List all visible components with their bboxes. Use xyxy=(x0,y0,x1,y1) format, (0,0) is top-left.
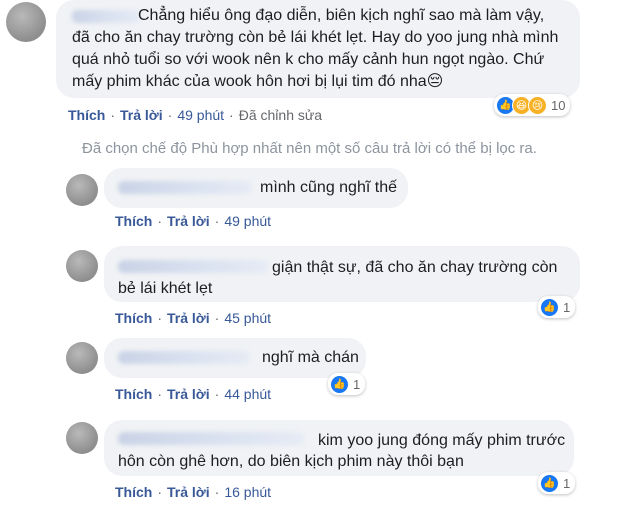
reaction-summary[interactable]: 👍 1 xyxy=(538,296,576,318)
like-button[interactable]: Thích xyxy=(115,386,152,402)
reply-button[interactable]: Trả lời xyxy=(167,484,210,500)
timestamp[interactable]: 49 phút xyxy=(177,107,224,123)
comment-text-line: quá nhỏ tuổi so với wook nên k cho mấy c… xyxy=(72,51,545,68)
avatar[interactable] xyxy=(66,250,98,282)
author-name-blurred[interactable] xyxy=(72,10,140,23)
timestamp[interactable]: 16 phút xyxy=(224,484,271,500)
reaction-count: 10 xyxy=(551,97,566,113)
edited-label[interactable]: Đã chỉnh sửa xyxy=(239,107,322,123)
reaction-count: 1 xyxy=(563,299,571,315)
reaction-summary[interactable]: 👍 😆 😢 10 xyxy=(494,94,571,116)
like-button[interactable]: Thích xyxy=(115,310,152,326)
reply-text-line: giận thật sự, đã cho ăn chay trường còn xyxy=(272,259,558,276)
timestamp[interactable]: 44 phút xyxy=(224,386,271,402)
comment-text-line: Chẳng hiểu ông đạo diễn, biên kịch nghĩ … xyxy=(138,7,545,24)
author-name-blurred[interactable] xyxy=(118,181,252,194)
like-reaction-icon: 👍 xyxy=(540,473,559,493)
reply-button[interactable]: Trả lời xyxy=(120,107,163,123)
timestamp[interactable]: 49 phút xyxy=(224,213,271,229)
avatar[interactable] xyxy=(6,2,46,42)
comment-text-line: đã cho ăn chay trường còn bẻ lái khét lẹ… xyxy=(72,29,559,46)
like-reaction-icon: 👍 xyxy=(540,297,559,317)
reply-text-line: bẻ lái khét lẹt xyxy=(118,280,213,297)
reply-actions: Thích · Trả lời · 49 phút xyxy=(115,213,272,229)
comment-actions: Thích · Trả lời · 49 phút · Đã chỉnh sửa xyxy=(68,107,323,123)
reply-actions: Thích · Trả lời · 16 phút xyxy=(115,484,272,500)
reply-text-line: nghĩ mà chán xyxy=(262,349,359,366)
avatar[interactable] xyxy=(66,174,98,206)
reply-actions: Thích · Trả lời · 44 phút xyxy=(115,386,272,402)
reply-button[interactable]: Trả lời xyxy=(167,213,210,229)
like-button[interactable]: Thích xyxy=(115,484,152,500)
reaction-summary[interactable]: 👍 1 xyxy=(538,472,576,494)
author-name-blurred[interactable] xyxy=(118,260,268,273)
author-name-blurred[interactable] xyxy=(118,432,304,445)
reply-actions: Thích · Trả lời · 45 phút xyxy=(115,310,272,326)
reply-text-line: kim yoo jung đóng mấy phim trước xyxy=(318,432,566,449)
timestamp[interactable]: 45 phút xyxy=(224,310,271,326)
reaction-count: 1 xyxy=(563,475,571,491)
author-name-blurred[interactable] xyxy=(118,351,250,364)
reply-button[interactable]: Trả lời xyxy=(167,310,210,326)
sad-reaction-icon: 😢 xyxy=(528,95,547,115)
reply-button[interactable]: Trả lời xyxy=(167,386,210,402)
avatar[interactable] xyxy=(66,342,98,374)
avatar[interactable] xyxy=(66,422,98,454)
filter-notice: Đã chọn chế độ Phù hợp nhất nên một số c… xyxy=(82,140,537,157)
reply-text-line: mình cũng nghĩ thế xyxy=(260,179,397,196)
like-button[interactable]: Thích xyxy=(115,213,152,229)
like-button[interactable]: Thích xyxy=(68,107,105,123)
comment-text-line: mấy phim khác của wook hôn hơi bị lụi ti… xyxy=(72,73,444,90)
like-reaction-icon: 👍 xyxy=(330,374,349,394)
reply-text-line: hôn còn ghê hơn, do biên kịch phim này t… xyxy=(118,453,464,470)
reaction-summary[interactable]: 👍 1 xyxy=(328,373,366,395)
reaction-count: 1 xyxy=(353,376,361,392)
